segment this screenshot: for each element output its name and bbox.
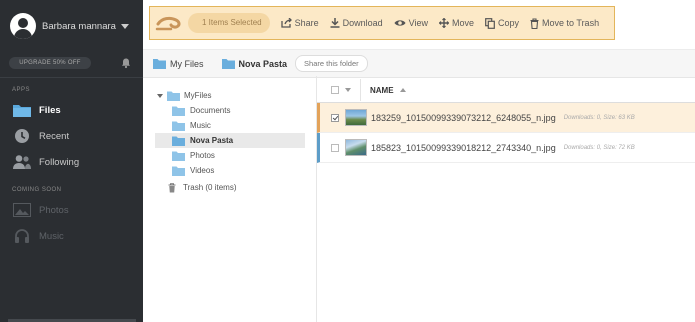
copy-icon — [485, 17, 495, 29]
selection-count-badge: 1 Items Selected — [188, 13, 270, 33]
sidebar-divider — [0, 77, 143, 78]
chevron-down-icon[interactable] — [157, 93, 163, 98]
eye-icon — [394, 20, 406, 26]
tree-folder-documents[interactable]: Documents — [155, 103, 305, 118]
row-checkbox[interactable] — [331, 113, 339, 122]
trash-icon — [530, 17, 539, 29]
selection-toolbar: 1 Items Selected Share Download View Mov… — [149, 6, 615, 40]
select-all-checkbox[interactable] — [331, 86, 339, 94]
move-button[interactable]: Move — [439, 18, 474, 28]
share-folder-button[interactable]: Share this folder — [295, 55, 368, 72]
headphones-icon — [13, 228, 31, 244]
coming-soon-heading: COMING SOON — [12, 187, 62, 193]
tree-root-myfiles[interactable]: MyFiles — [155, 88, 305, 103]
folder-icon — [172, 151, 185, 161]
username: Barbara mannara — [42, 20, 116, 32]
folder-icon — [13, 102, 31, 118]
clock-icon — [13, 128, 31, 144]
move-to-trash-button[interactable]: Move to Trash — [530, 17, 599, 29]
file-row[interactable]: 185823_10150099339018212_2743340_n.jpg D… — [317, 133, 695, 163]
file-name[interactable]: 183259_10150099339073212_6248055_n.jpg — [371, 113, 556, 123]
move-icon — [439, 18, 450, 28]
file-row[interactable]: 183259_10150099339073212_6248055_n.jpg D… — [317, 103, 695, 133]
sidebar: Barbara mannara UPGRADE 50% OFF APPS Fil… — [0, 0, 143, 322]
sidebar-item-music: Music — [0, 224, 143, 248]
apps-heading: APPS — [12, 87, 31, 93]
folder-icon — [172, 136, 185, 146]
avatar — [10, 13, 36, 39]
folder-icon — [167, 91, 180, 101]
sidebar-item-photos: Photos — [0, 198, 143, 222]
sidebar-item-following[interactable]: Following — [0, 150, 143, 174]
sidebar-item-label: Recent — [39, 130, 70, 142]
tree-trash[interactable]: Trash (0 items) — [155, 180, 305, 195]
upgrade-button[interactable]: UPGRADE 50% OFF — [9, 57, 91, 69]
folder-icon — [172, 166, 185, 176]
view-button[interactable]: View — [394, 18, 428, 28]
tree-folder-videos[interactable]: Videos — [155, 163, 305, 178]
file-list-header: NAME — [317, 78, 695, 103]
image-thumbnail — [345, 109, 367, 126]
sidebar-item-label: Music — [39, 230, 64, 242]
sidebar-item-label: Files — [39, 104, 61, 116]
folder-icon — [172, 121, 185, 131]
sidebar-item-files[interactable]: Files — [0, 98, 143, 122]
folder-icon — [221, 59, 235, 69]
file-meta: Downloads: 0, Size: 63 KB — [563, 114, 635, 121]
logo-icon — [155, 16, 181, 31]
tree-folder-photos[interactable]: Photos — [155, 148, 305, 163]
folder-icon — [153, 59, 166, 69]
folder-tree: MyFiles Documents Music Nova Pasta Photo… — [155, 88, 305, 195]
name-column-header[interactable]: NAME — [370, 86, 394, 95]
folder-icon — [172, 106, 185, 116]
copy-button[interactable]: Copy — [485, 17, 519, 29]
file-meta: Downloads: 0, Size: 72 KB — [563, 144, 635, 151]
user-menu[interactable]: Barbara mannara — [10, 12, 129, 40]
row-checkbox[interactable] — [331, 143, 339, 152]
bell-icon[interactable] — [120, 57, 132, 69]
selection-dropdown-icon[interactable] — [345, 88, 351, 92]
share-button[interactable]: Share — [280, 18, 319, 28]
sort-ascending-icon[interactable] — [399, 88, 406, 92]
chevron-down-icon — [120, 23, 129, 29]
image-thumbnail — [345, 139, 367, 156]
photo-icon — [13, 202, 31, 218]
breadcrumb-my-files[interactable]: My Files — [153, 58, 204, 69]
file-name[interactable]: 185823_10150099339018212_2743340_n.jpg — [371, 143, 556, 153]
trash-icon — [168, 182, 176, 192]
sidebar-item-label: Photos — [39, 204, 69, 216]
breadcrumb: My Files Nova Pasta Share this folder — [143, 49, 695, 78]
download-button[interactable]: Download — [330, 18, 383, 28]
tree-folder-music[interactable]: Music — [155, 118, 305, 133]
download-icon — [330, 18, 340, 28]
sidebar-item-label: Following — [39, 156, 80, 168]
users-icon — [13, 154, 31, 170]
tree-folder-nova-pasta[interactable]: Nova Pasta — [155, 133, 305, 148]
sidebar-item-recent[interactable]: Recent — [0, 124, 143, 148]
share-icon — [280, 18, 292, 28]
breadcrumb-current-folder[interactable]: Nova Pasta — [221, 58, 287, 69]
header-separator — [360, 79, 361, 101]
